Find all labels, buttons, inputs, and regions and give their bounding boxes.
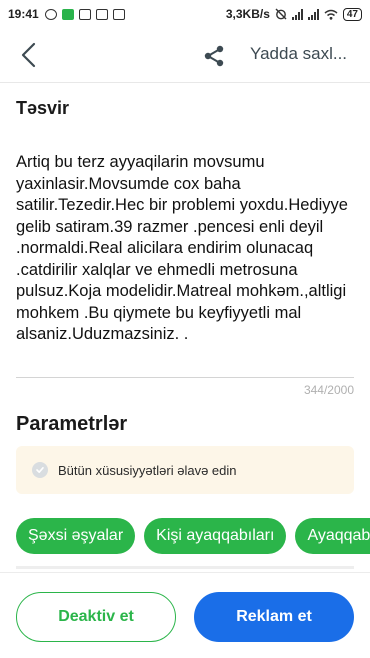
- save-button[interactable]: Yadda saxl...: [250, 44, 347, 64]
- app-bar: Yadda saxl...: [0, 28, 370, 82]
- footer-divider: [0, 572, 370, 573]
- description-title: Təsvir: [16, 98, 70, 118]
- notification-app-icon: [44, 8, 57, 20]
- network-speed: 3,3KB/s: [225, 7, 270, 21]
- description-textarea[interactable]: Artiq bu terz ayyaqilarin movsumu yaxinl…: [16, 152, 360, 346]
- description-underline: [16, 377, 354, 378]
- signal-icon-1: [291, 8, 303, 20]
- youtube-icon-2: [112, 8, 125, 20]
- notification-icons: [44, 8, 125, 20]
- status-right: 3,3KB/s 47: [226, 7, 362, 21]
- deactivate-button[interactable]: Deaktiv et: [16, 592, 176, 642]
- parameters-title: Parametrlər: [16, 413, 128, 435]
- youtube-icon: [95, 8, 108, 20]
- chips-scroll-track: [16, 566, 354, 569]
- header-divider: [0, 82, 370, 83]
- advertise-button[interactable]: Reklam et: [194, 592, 354, 642]
- chip-mens-shoes[interactable]: Kişi ayaqqabıları: [144, 518, 287, 554]
- chip-shoes[interactable]: Ayaqqabılar: [295, 518, 370, 554]
- status-time: 19:41: [8, 7, 39, 21]
- add-all-features-notice[interactable]: Bütün xüsusiyyətləri əlavə edin: [16, 446, 354, 494]
- chevron-left-icon[interactable]: [18, 40, 42, 70]
- alarm-off-icon: [275, 8, 287, 20]
- signal-icon-2: [307, 8, 319, 20]
- status-bar: 19:41 3,3KB/s 47: [0, 0, 370, 28]
- battery-icon: 47: [342, 7, 362, 21]
- whatsapp-icon: [61, 8, 74, 20]
- notice-text: Bütün xüsusiyyətləri əlavə edin: [58, 462, 237, 478]
- wifi-icon: [324, 9, 338, 20]
- character-counter: 344/2000: [303, 383, 354, 397]
- share-icon[interactable]: [202, 44, 226, 68]
- check-icon: [32, 462, 48, 478]
- chip-personal-items[interactable]: Şəxsi əşyalar: [16, 518, 136, 554]
- gallery-icon: [78, 8, 91, 20]
- category-chips: Şəxsi əşyalarKişi ayaqqabılarıAyaqqabıla…: [16, 518, 370, 554]
